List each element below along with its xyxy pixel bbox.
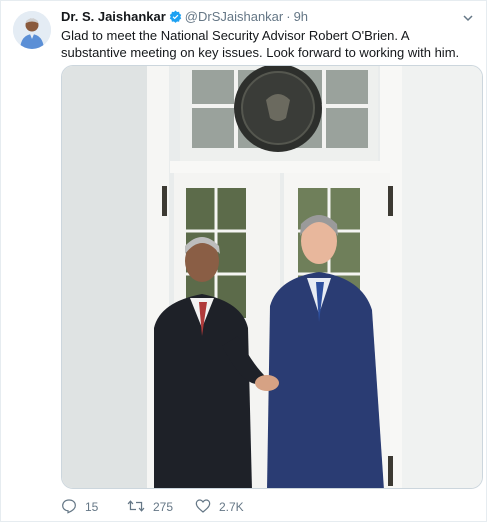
verified-badge-icon xyxy=(169,10,182,26)
author-handle[interactable]: @DrSJaishankar xyxy=(185,9,283,24)
separator-dot: · xyxy=(286,9,291,24)
chevron-down-icon[interactable] xyxy=(462,11,474,29)
tweet-photo[interactable] xyxy=(61,65,483,489)
retweet-count: 275 xyxy=(153,500,174,514)
reply-button[interactable]: 15 xyxy=(61,498,98,516)
timestamp[interactable]: 9h xyxy=(294,9,308,24)
tweet-text: Glad to meet the National Security Advis… xyxy=(61,28,460,60)
avatar[interactable] xyxy=(13,11,51,49)
reply-count: 15 xyxy=(85,500,99,514)
tweet-header: Dr. S. Jaishankar @DrSJaishankar · 9h xyxy=(61,9,474,27)
like-button[interactable]: 2.7K xyxy=(195,498,244,516)
retweet-button[interactable]: 275 xyxy=(127,498,173,516)
heart-icon xyxy=(195,498,219,517)
photo-meeting-image xyxy=(62,66,482,488)
author-name[interactable]: Dr. S. Jaishankar xyxy=(61,9,166,24)
retweet-icon xyxy=(127,498,153,517)
tweet-card[interactable]: Dr. S. Jaishankar @DrSJaishankar · 9h Glad … xyxy=(0,0,487,522)
like-count: 2.7K xyxy=(219,500,244,514)
reply-icon xyxy=(61,498,85,517)
